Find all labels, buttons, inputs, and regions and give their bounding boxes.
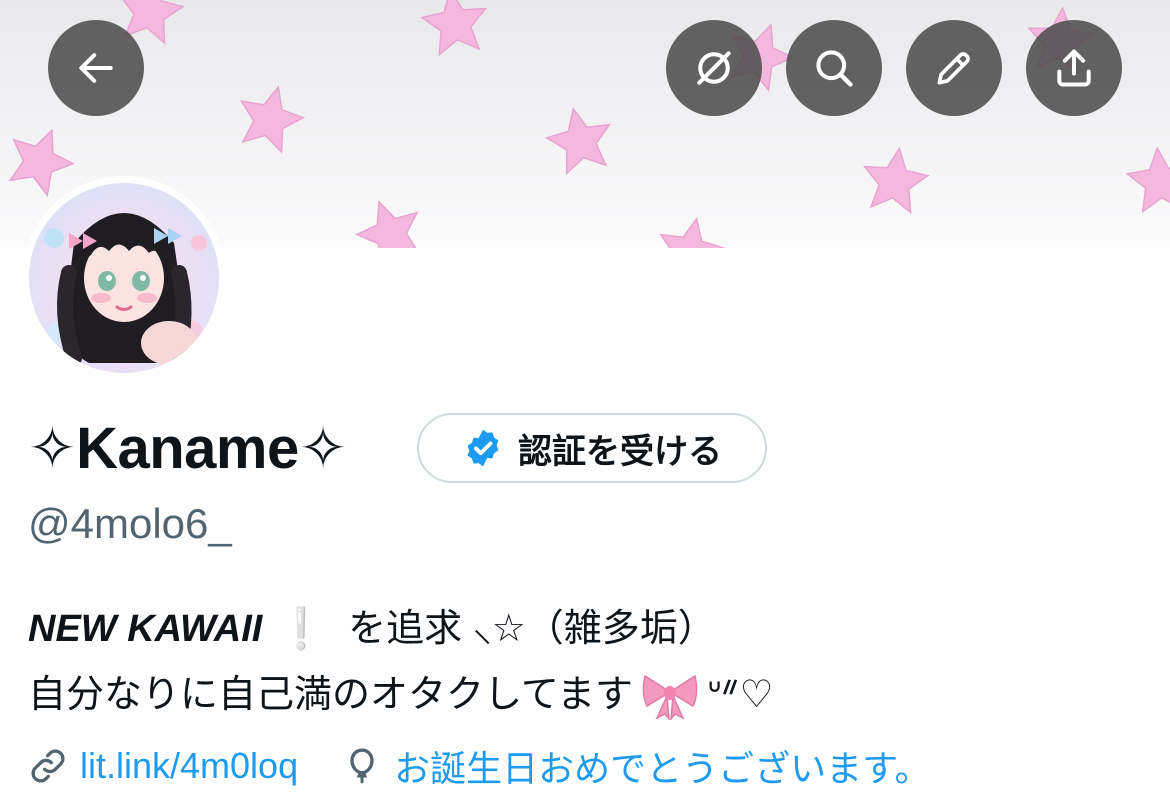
ribbon-icon [642,674,698,720]
birthday-text: お誕生日おめでとうございます。 [394,748,931,789]
grok-icon [697,51,731,85]
display-name: ✧Kaname✧ [28,416,347,481]
bio-line-2: 自分なりに自己満のオタクしてます ᐡᐥ♡ [28,662,774,728]
profile-handle: @4molo6_ [28,500,232,547]
profile-meta: lit.link/4m0loq お誕生日おめでとうございます。 [28,738,931,794]
profile-link[interactable]: lit.link/4m0loq [80,745,298,787]
birthday-item: お誕生日おめでとうございます。 [342,740,931,792]
edit-button[interactable] [906,20,1002,116]
search-icon [816,50,853,87]
search-button[interactable] [786,20,882,116]
profile-bio: NEW KAWAII ❕ を追求 ⸜☆（雑多垢） 自分なりに自己満のオタクしてま… [28,596,774,728]
exclamation-emoji: ❕ [276,607,327,651]
verified-badge-icon [467,429,499,467]
profile-name-row: ✧Kaname✧ [28,412,347,484]
arrow-left-icon [79,53,113,83]
share-icon [1057,49,1091,87]
bio-line-1: NEW KAWAII ❕ を追求 ⸜☆（雑多垢） [28,596,774,662]
avatar-frame[interactable] [22,176,226,380]
profile-link-item[interactable]: lit.link/4m0loq [28,745,298,787]
avatar[interactable] [29,183,219,373]
back-button[interactable] [48,20,144,116]
link-icon [31,749,65,783]
bio-text-1: を追求 ⸜☆（雑多垢） [348,608,716,650]
bio-text-2: 自分なりに自己満のオタクしてます [28,674,633,716]
grok-button[interactable] [666,20,762,116]
avatar-illustration [29,183,219,373]
share-button[interactable] [1026,20,1122,116]
bio-emphasis: NEW KAWAII [28,608,263,650]
pencil-icon [937,52,970,85]
get-verified-label: 認証を受ける [518,432,722,471]
balloon-icon [350,748,374,784]
bio-kaomoji: ᐡᐥ♡ [706,674,774,716]
get-verified-button[interactable]: 認証を受ける [417,413,767,483]
